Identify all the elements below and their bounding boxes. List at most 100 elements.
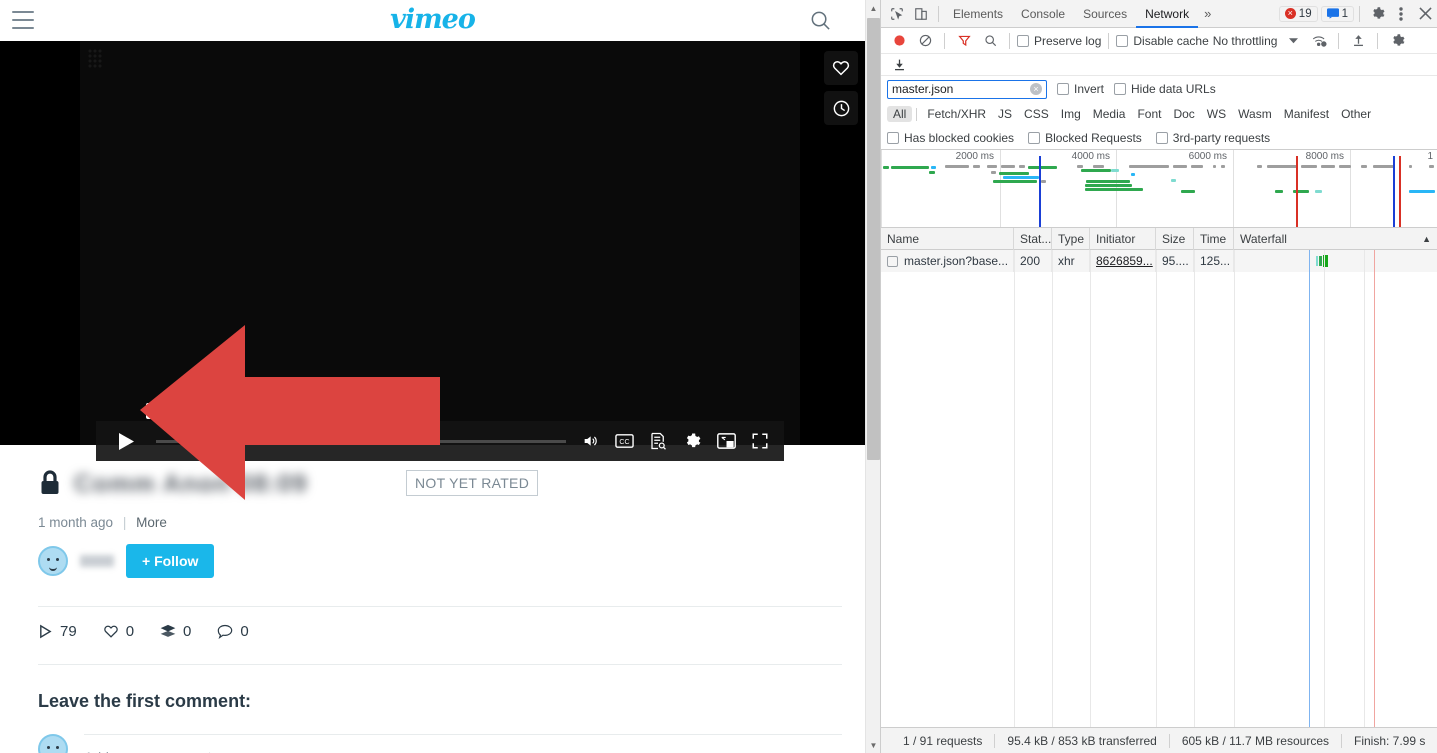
cell-time: 125... [1194,250,1234,272]
fullscreen-icon[interactable] [750,431,770,451]
play-icon[interactable] [104,424,148,458]
requests-table-body[interactable]: master.json?base... 200 xhr 8626859... 9… [881,250,1437,727]
type-filter-doc[interactable]: Doc [1167,106,1200,122]
checkbox-icon[interactable] [887,131,899,144]
search-input[interactable]: × [887,79,1047,99]
video-player[interactable]: 1 CC [0,41,865,461]
initiator-link[interactable]: 8626859... [1096,254,1153,268]
export-har-icon[interactable] [887,53,911,77]
checkbox-icon[interactable] [1114,83,1127,95]
type-filter-manifest[interactable]: Manifest [1278,106,1335,122]
scroll-up-arrow[interactable]: ▲ [866,0,880,16]
avatar[interactable] [38,734,68,753]
avatar[interactable] [38,546,68,576]
type-filter-js[interactable]: JS [992,106,1018,122]
column-status[interactable]: Stat... [1014,227,1052,250]
clear-input-icon[interactable]: × [1030,83,1042,95]
hide-data-urls-label: Hide data URLs [1131,82,1216,96]
message-badge[interactable]: 1 [1320,5,1354,22]
type-filter-wasm[interactable]: Wasm [1232,106,1278,122]
type-filter-ws[interactable]: WS [1201,106,1232,122]
network-conditions-icon[interactable] [1307,29,1331,53]
column-waterfall[interactable]: Waterfall ▲ [1234,228,1437,250]
network-overview-timeline[interactable]: 2000 ms 4000 ms 6000 ms 8000 ms 1 [881,150,1437,228]
waterfall-gridlines [881,250,1437,727]
heart-icon[interactable] [824,51,858,85]
column-size[interactable]: Size [1156,227,1194,250]
clear-icon[interactable] [913,29,937,53]
column-name[interactable]: Name [881,227,1014,250]
tab-sources[interactable]: Sources [1074,0,1136,28]
throttling-select[interactable]: No throttling [1211,34,1280,48]
blocked-requests-toggle[interactable]: Blocked Requests [1028,131,1142,145]
checkbox-icon[interactable] [1116,34,1129,47]
author-name[interactable] [80,555,114,567]
closed-captions-icon[interactable]: CC [614,431,634,451]
type-filter-all[interactable]: All [887,106,913,122]
tab-elements[interactable]: Elements [944,0,1012,28]
type-filter-media[interactable]: Media [1087,106,1132,122]
gear-icon[interactable] [1365,2,1389,26]
type-filter-font[interactable]: Font [1131,106,1167,122]
disable-cache-toggle[interactable]: Disable cache [1116,34,1209,48]
cell-initiator[interactable]: 8626859... [1090,250,1156,272]
follow-button[interactable]: + Follow [126,544,215,578]
table-row[interactable]: master.json?base... 200 xhr 8626859... 9… [881,250,1437,272]
status-resources: 605 kB / 11.7 MB resources [1168,733,1341,748]
type-filter-img[interactable]: Img [1055,106,1087,122]
has-blocked-cookies-toggle[interactable]: Has blocked cookies [887,131,1014,145]
inspect-element-icon[interactable] [885,2,909,26]
requests-table-header: Name Stat... Type Initiator Size Time Wa… [881,227,1437,250]
filter-text-input[interactable] [892,82,1030,96]
checkbox-icon[interactable] [1017,34,1029,47]
search-icon[interactable] [809,9,832,32]
video-stage[interactable]: 1 CC [80,41,858,461]
record-stop-icon[interactable] [887,29,911,53]
scroll-down-arrow[interactable]: ▼ [866,737,880,753]
search-icon[interactable] [978,29,1002,53]
tab-network[interactable]: Network [1136,0,1199,28]
invert-toggle[interactable]: Invert [1057,82,1104,96]
network-toolbar: Preserve log Disable cache No throttling [881,28,1437,54]
type-filter-other[interactable]: Other [1335,106,1377,122]
checkbox-icon[interactable] [1028,131,1041,144]
checkbox-icon[interactable] [1057,83,1069,95]
type-filter-fetch-xhr[interactable]: Fetch/XHR [921,106,992,122]
progress-scrubber[interactable] [156,439,566,443]
stat-likes[interactable]: 0 [103,623,134,640]
column-type[interactable]: Type [1052,227,1090,250]
picture-in-picture-icon[interactable] [716,431,736,451]
volume-icon[interactable] [580,431,600,451]
import-har-icon[interactable] [1346,29,1370,53]
tab-console[interactable]: Console [1012,0,1074,28]
device-toolbar-icon[interactable] [909,2,933,26]
column-initiator[interactable]: Initiator [1090,227,1156,250]
more-vertical-icon[interactable] [1389,2,1413,26]
error-badge[interactable]: × 19 [1278,5,1318,22]
more-link[interactable]: More [136,515,167,530]
settings-gear-icon[interactable] [682,431,702,451]
capture-settings-gear-icon[interactable] [1385,29,1409,53]
chevron-double-right-icon[interactable]: » [1198,6,1217,21]
stat-plays[interactable]: 79 [38,623,77,640]
hide-data-urls-toggle[interactable]: Hide data URLs [1114,82,1216,96]
chevron-down-icon[interactable] [1281,29,1305,53]
stat-comments[interactable]: 0 [217,623,249,640]
close-icon[interactable] [1413,2,1437,26]
checkbox-icon[interactable] [887,255,898,267]
filter-funnel-icon[interactable] [952,29,976,53]
third-party-requests-toggle[interactable]: 3rd-party requests [1155,131,1270,145]
column-time[interactable]: Time [1194,227,1234,250]
scrollbar-thumb[interactable] [867,18,880,460]
page-scrollbar[interactable]: ▲ ▼ [865,0,880,753]
comment-input[interactable]: Add a new comment [84,734,842,753]
vimeo-logo[interactable]: vimeo [0,4,865,35]
checkbox-icon[interactable] [1155,131,1168,144]
preserve-log-toggle[interactable]: Preserve log [1017,34,1101,48]
cell-name[interactable]: master.json?base... [881,250,1014,272]
overview-tick-10000: 1 [1427,151,1433,162]
transcript-icon[interactable] [648,431,668,451]
stat-collections[interactable]: 0 [160,623,191,640]
clock-icon[interactable] [824,91,858,125]
type-filter-css[interactable]: CSS [1018,106,1055,122]
